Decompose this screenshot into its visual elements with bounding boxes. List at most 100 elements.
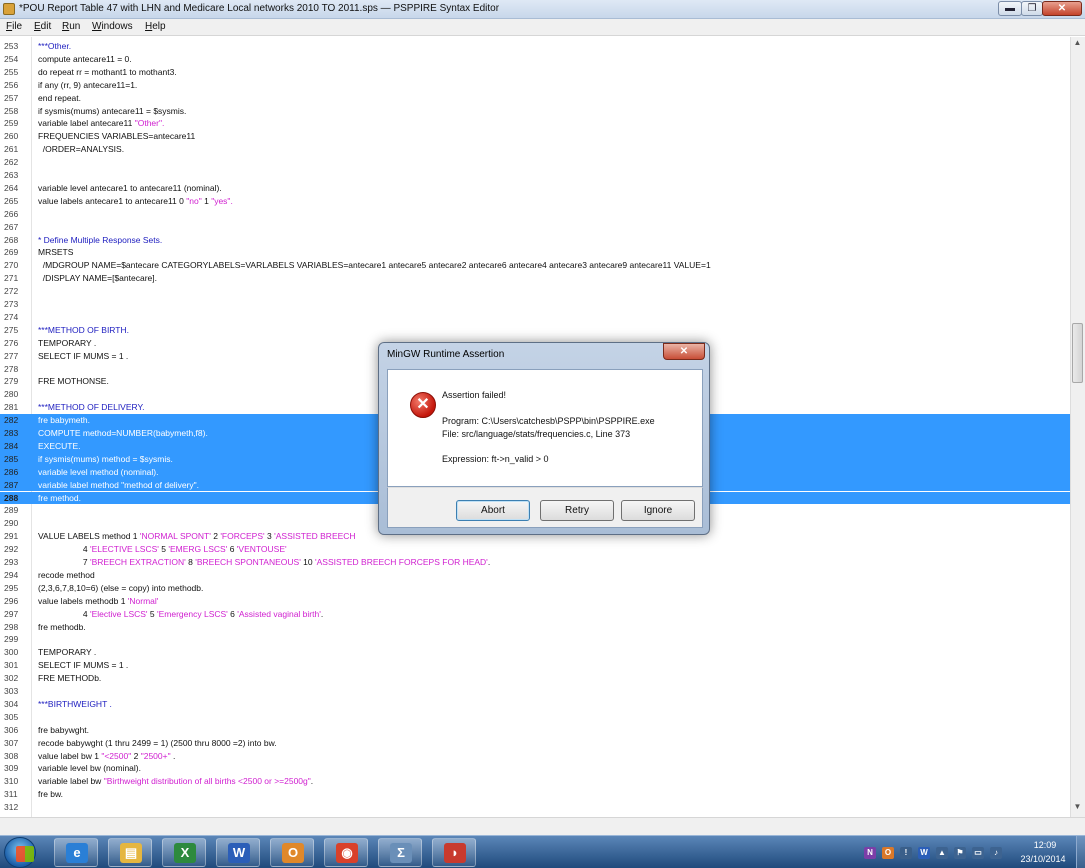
code-line[interactable]: 307 recode babywght (1 thru 2499 = 1) (25… xyxy=(0,737,1070,750)
line-number: 308 xyxy=(4,750,19,761)
scroll-up-arrow-icon[interactable]: ▲ xyxy=(1071,38,1084,51)
ignore-button[interactable]: Ignore xyxy=(621,500,695,521)
taskbar-app-explorer[interactable]: ▤ xyxy=(108,838,152,867)
code-text: FRE MOTHONSE. xyxy=(38,375,109,388)
code-token: compute antecare11 = 0. xyxy=(38,53,132,64)
menu-windows[interactable]: Windows xyxy=(92,21,133,32)
tray-icon[interactable]: ▭ xyxy=(972,847,984,859)
taskbar-app-chrome[interactable]: ◉ xyxy=(324,838,368,867)
code-line[interactable]: 274 xyxy=(0,311,1070,324)
code-line[interactable]: 293 7 'BREECH EXTRACTION' 8 'BREECH SPON… xyxy=(0,556,1070,569)
code-line[interactable]: 299 xyxy=(0,633,1070,646)
abort-button[interactable]: Abort xyxy=(456,500,530,521)
code-line[interactable]: 268 * Define Multiple Response Sets. xyxy=(0,234,1070,247)
tray-icon[interactable]: ! xyxy=(900,847,912,859)
code-line[interactable]: 309 variable level bw (nominal). xyxy=(0,762,1070,775)
code-token: variable level bw (nominal). xyxy=(38,763,141,774)
code-line[interactable]: 294 recode method xyxy=(0,569,1070,582)
code-line[interactable]: 270 /MDGROUP NAME=$antecare CATEGORYLABE… xyxy=(0,259,1070,272)
code-line[interactable]: 312 xyxy=(0,801,1070,814)
code-line[interactable]: 303 xyxy=(0,685,1070,698)
title-bar: *POU Report Table 47 with LHN and Medica… xyxy=(0,0,1085,19)
code-line[interactable]: 254 compute antecare11 = 0. xyxy=(0,53,1070,66)
code-line[interactable]: 271 /DISPLAY NAME=[$antecare]. xyxy=(0,272,1070,285)
taskbar-app-app[interactable]: ◗ xyxy=(432,838,476,867)
taskbar-app-word[interactable]: W xyxy=(216,838,260,867)
app-icon: ◗ xyxy=(444,843,466,863)
code-line[interactable]: 257 end repeat. xyxy=(0,92,1070,105)
string-literal: 'BREECH SPONTANEOUS' xyxy=(195,557,301,567)
line-number: 260 xyxy=(4,131,19,142)
maximize-button[interactable]: ❐ xyxy=(1021,1,1043,16)
string-literal: 'BREECH EXTRACTION' xyxy=(89,557,186,567)
taskbar-app-pspp[interactable]: Σ xyxy=(378,838,422,867)
code-line[interactable]: 296 value labels methodb 1 'Normal' xyxy=(0,595,1070,608)
code-line[interactable]: 311 fre bw. xyxy=(0,788,1070,801)
close-button[interactable]: ✕ xyxy=(1042,1,1082,16)
code-text: variable label method "method of deliver… xyxy=(38,479,199,492)
start-button[interactable] xyxy=(4,837,36,868)
tray-icon[interactable]: ♪ xyxy=(990,847,1002,859)
code-line[interactable]: 253 ***Other. xyxy=(0,40,1070,53)
tray-icon[interactable]: O xyxy=(882,847,894,859)
code-line[interactable]: 266 xyxy=(0,208,1070,221)
code-line[interactable]: 264 variable level antecare1 to antecare1… xyxy=(0,182,1070,195)
tray-icon[interactable]: N xyxy=(864,847,876,859)
taskbar-app-excel[interactable]: X xyxy=(162,838,206,867)
code-line[interactable]: 304 ***BIRTHWEIGHT . xyxy=(0,698,1070,711)
code-line[interactable]: 308 value label bw 1 "<2500" 2 "2500+" . xyxy=(0,750,1070,763)
code-line[interactable]: 265 value labels antecare1 to antecare11 … xyxy=(0,195,1070,208)
scrollbar-thumb[interactable] xyxy=(1072,323,1083,383)
show-desktop-button[interactable] xyxy=(1076,836,1085,868)
dialog-close-button[interactable]: ✕ xyxy=(663,343,705,360)
code-line[interactable]: 269 MRSETS xyxy=(0,246,1070,259)
tray-icon[interactable]: W xyxy=(918,847,930,859)
code-line[interactable]: 297 4 'Elective LSCS' 5 'Emergency LSCS'… xyxy=(0,608,1070,621)
line-number: 257 xyxy=(4,92,19,103)
code-text: 7 'BREECH EXTRACTION' 8 'BREECH SPONTANE… xyxy=(38,556,490,569)
menu-file[interactable]: File xyxy=(6,21,22,32)
code-line[interactable]: 261 /ORDER=ANALYSIS. xyxy=(0,143,1070,156)
code-line[interactable]: 262 xyxy=(0,156,1070,169)
code-line[interactable]: 258 if sysmis(mums) antecare11 = $sysmis. xyxy=(0,105,1070,118)
scroll-down-arrow-icon[interactable]: ▼ xyxy=(1071,802,1084,815)
code-line[interactable]: 298 fre methodb. xyxy=(0,621,1070,634)
code-line[interactable]: 306 fre babywght. xyxy=(0,724,1070,737)
code-line[interactable]: 305 xyxy=(0,711,1070,724)
code-token: /ORDER=ANALYSIS. xyxy=(38,144,125,155)
menu-help[interactable]: Help xyxy=(145,21,166,32)
code-line[interactable]: 310 variable label bw "Birthweight distri… xyxy=(0,775,1070,788)
code-line[interactable]: 301 SELECT IF MUMS = 1 . xyxy=(0,659,1070,672)
code-token: FREQUENCIES VARIABLES=antecare11 xyxy=(38,131,196,142)
code-line[interactable]: 302 FRE METHODb. xyxy=(0,672,1070,685)
code-line[interactable]: 260 FREQUENCIES VARIABLES=antecare11 xyxy=(0,130,1070,143)
taskbar-app-ie[interactable]: e xyxy=(54,838,98,867)
dialog-body: ✕ Assertion failed! Program: C:\Users\ca… xyxy=(387,369,703,487)
code-line[interactable]: 255 do repeat rr = mothant1 to mothant3. xyxy=(0,66,1070,79)
retry-button[interactable]: Retry xyxy=(540,500,614,521)
code-line[interactable]: 272 xyxy=(0,285,1070,298)
code-line[interactable]: 259 variable label antecare11 "Other". xyxy=(0,117,1070,130)
tray-icon[interactable]: ⚑ xyxy=(954,847,966,859)
code-line[interactable]: 263 xyxy=(0,169,1070,182)
taskbar-app-outlook[interactable]: O xyxy=(270,838,314,867)
code-line[interactable]: 275 ***METHOD OF BIRTH. xyxy=(0,324,1070,337)
menu-edit[interactable]: Edit xyxy=(34,21,51,32)
code-line[interactable]: 256 if any (rr, 9) antecare11=1. xyxy=(0,79,1070,92)
code-line[interactable]: 292 4 'ELECTIVE LSCS' 5 'EMERG LSCS' 6 '… xyxy=(0,543,1070,556)
code-line[interactable]: 273 xyxy=(0,298,1070,311)
tray-icon[interactable]: ▲ xyxy=(936,847,948,859)
minimize-button[interactable]: ▬ xyxy=(998,1,1022,16)
string-literal: "2500+" xyxy=(140,750,171,761)
string-literal: 'EMERG LSCS' xyxy=(168,544,228,555)
code-text: FREQUENCIES VARIABLES=antecare11 xyxy=(38,130,195,143)
code-line[interactable]: 267 xyxy=(0,221,1070,234)
menu-run[interactable]: Run xyxy=(62,21,80,32)
code-text: compute antecare11 = 0. xyxy=(38,53,132,66)
code-text: variable level method (nominal). xyxy=(38,466,158,479)
code-line[interactable]: 300 TEMPORARY . xyxy=(0,646,1070,659)
clock-date[interactable]: 23/10/2014 xyxy=(1014,854,1072,864)
code-line[interactable]: 295 (2,3,6,7,8,10=6) (else = copy) into m… xyxy=(0,582,1070,595)
clock-time[interactable]: 12:09 xyxy=(1020,840,1070,850)
vertical-scrollbar[interactable] xyxy=(1070,37,1085,817)
